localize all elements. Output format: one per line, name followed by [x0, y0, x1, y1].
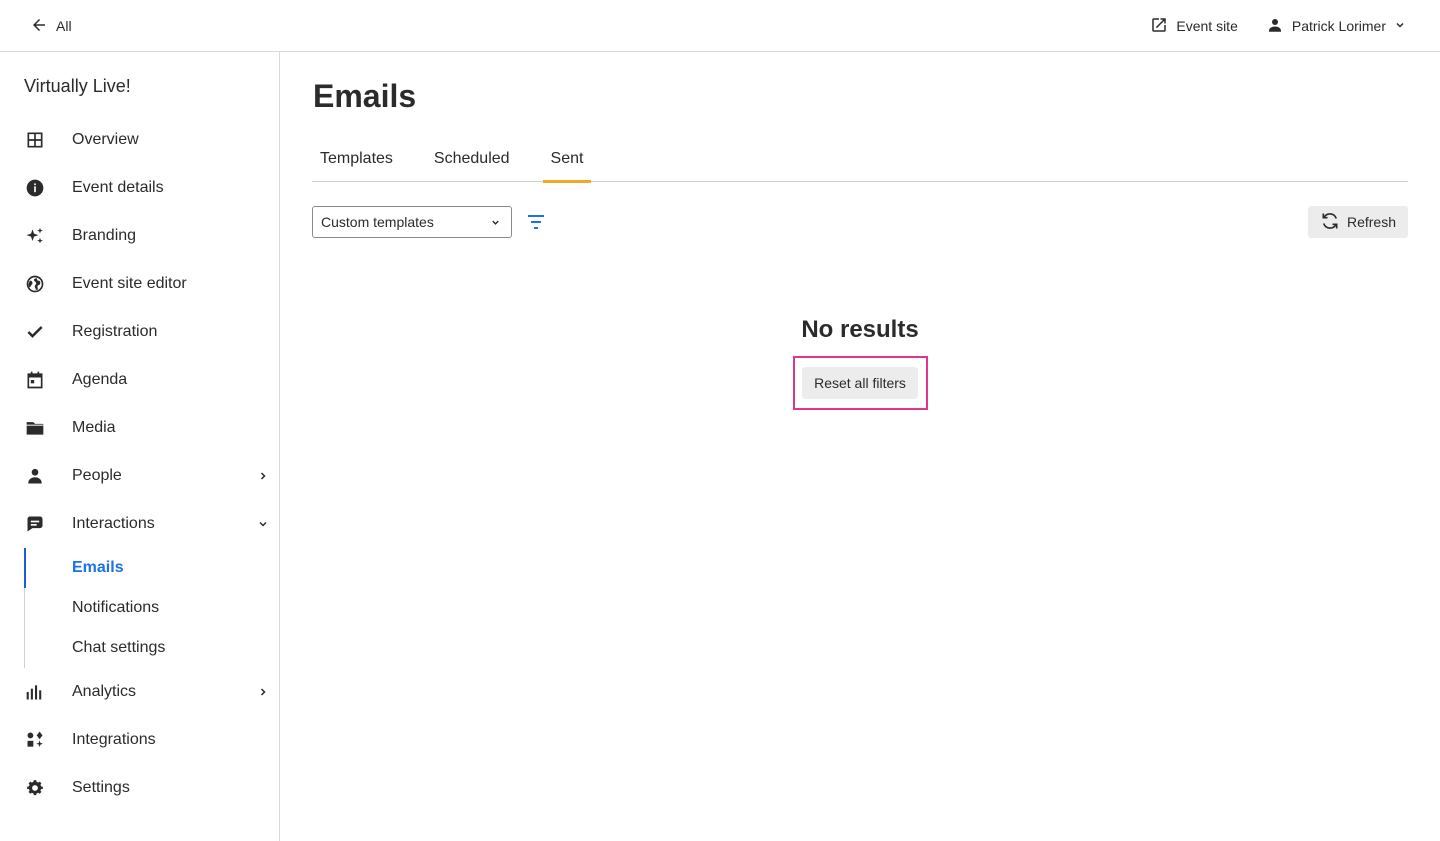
sidebar: Virtually Live! Overview Event details B…	[0, 52, 280, 841]
sidebar-item-label: Agenda	[72, 371, 128, 388]
grid-icon	[24, 130, 46, 150]
sidebar-item-event-site-editor[interactable]: Event site editor	[0, 260, 279, 308]
chevron-down-icon	[492, 220, 499, 225]
puzzle-icon	[24, 730, 46, 750]
refresh-button[interactable]: Refresh	[1308, 206, 1408, 238]
sidebar-item-label: Interactions	[72, 515, 155, 532]
bar-chart-icon	[24, 682, 46, 702]
filter-button[interactable]	[526, 212, 546, 232]
event-site-label: Event site	[1176, 18, 1238, 34]
globe-icon	[24, 274, 46, 294]
back-label: All	[56, 18, 72, 34]
event-name: Virtually Live!	[24, 76, 131, 96]
main-content: Emails Templates Scheduled Sent Custom t…	[280, 52, 1440, 841]
sidebar-item-settings[interactable]: Settings	[0, 764, 279, 812]
chat-icon	[24, 514, 46, 534]
event-site-link[interactable]: Event site	[1150, 16, 1238, 37]
tab-scheduled[interactable]: Scheduled	[426, 136, 518, 182]
empty-state: No results Reset all filters	[280, 316, 1440, 410]
folder-icon	[24, 418, 46, 438]
sidebar-item-label: Event details	[72, 179, 164, 196]
sidebar-subitem-emails[interactable]: Emails	[24, 548, 279, 588]
filter-icon	[528, 215, 544, 229]
sidebar-item-label: Integrations	[72, 731, 156, 748]
sidebar-item-branding[interactable]: Branding	[0, 212, 279, 260]
reset-all-filters-button[interactable]: Reset all filters	[802, 367, 918, 399]
sidebar-item-label: Analytics	[72, 683, 137, 700]
chevron-right-icon	[260, 472, 266, 480]
person-icon	[24, 466, 46, 486]
check-icon	[24, 322, 46, 342]
tab-templates[interactable]: Templates	[312, 136, 401, 182]
sidebar-item-analytics[interactable]: Analytics	[0, 668, 279, 716]
sidebar-item-registration[interactable]: Registration	[0, 308, 279, 356]
empty-state-title: No results	[801, 316, 919, 343]
user-name: Patrick Lorimer	[1291, 18, 1386, 34]
sidebar-item-event-details[interactable]: Event details	[0, 164, 279, 212]
sidebar-item-label: People	[72, 467, 122, 484]
sidebar-item-label: Branding	[72, 227, 137, 244]
sidebar-item-agenda[interactable]: Agenda	[0, 356, 279, 404]
sidebar-item-label: Settings	[72, 779, 130, 796]
email-tabs: Templates Scheduled Sent	[312, 136, 1408, 183]
info-icon	[24, 178, 46, 198]
top-bar: All Event site Patrick Lorimer	[0, 0, 1440, 52]
sidebar-subitem-notifications[interactable]: Notifications	[25, 588, 279, 628]
sidebar-nav: Overview Event details Branding Event si…	[0, 116, 279, 812]
user-icon	[1266, 16, 1284, 37]
select-value: Custom templates	[321, 214, 434, 230]
template-type-select[interactable]: Custom templates	[312, 206, 512, 238]
back-to-all-link[interactable]: All	[30, 14, 72, 38]
sidebar-item-media[interactable]: Media	[0, 404, 279, 452]
chevron-down-icon	[1394, 18, 1406, 34]
sidebar-item-integrations[interactable]: Integrations	[0, 716, 279, 764]
refresh-label: Refresh	[1346, 214, 1397, 230]
arrow-left-icon	[30, 16, 48, 37]
sparkle-icon	[24, 226, 46, 246]
sidebar-item-label: Media	[72, 419, 116, 436]
refresh-icon	[1320, 211, 1340, 234]
tab-sent[interactable]: Sent	[542, 136, 592, 183]
interactions-submenu: Emails Notifications Chat settings	[24, 548, 279, 668]
external-link-icon	[1150, 16, 1168, 37]
sidebar-item-label: Overview	[72, 131, 139, 148]
calendar-icon	[24, 370, 46, 390]
page-title: Emails	[313, 78, 417, 114]
sidebar-subitem-chat-settings[interactable]: Chat settings	[25, 628, 279, 668]
sidebar-item-interactions[interactable]: Interactions	[0, 500, 279, 548]
sidebar-item-people[interactable]: People	[0, 452, 279, 500]
sidebar-item-overview[interactable]: Overview	[0, 116, 279, 164]
sidebar-item-label: Registration	[72, 323, 158, 340]
gear-icon	[24, 778, 46, 798]
sidebar-item-label: Event site editor	[72, 275, 187, 292]
user-menu[interactable]: Patrick Lorimer	[1266, 16, 1406, 37]
chevron-down-icon	[259, 521, 267, 527]
chevron-right-icon	[260, 688, 266, 696]
